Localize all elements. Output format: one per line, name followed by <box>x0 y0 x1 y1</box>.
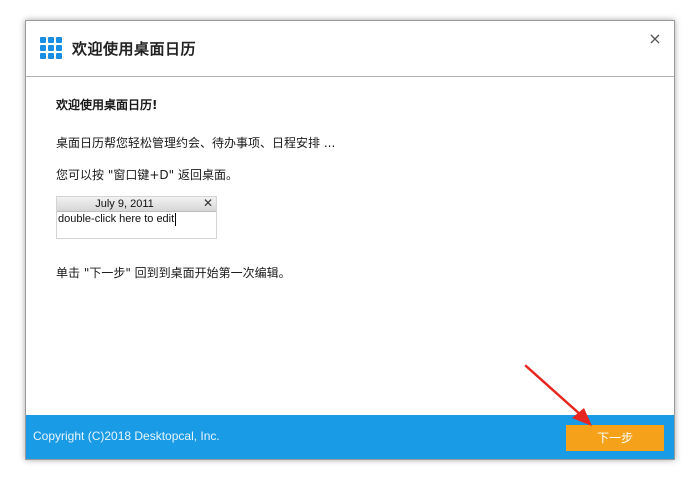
intro-text: 桌面日历帮您轻松管理约会、待办事项、日程安排 ... <box>56 136 336 150</box>
title-bar: 欢迎使用桌面日历 × <box>26 21 674 77</box>
calendar-widget-preview: July 9, 2011 ✕ double-click here to edit <box>56 196 217 239</box>
widget-date: July 9, 2011 <box>95 198 154 210</box>
welcome-heading: 欢迎使用桌面日历! <box>56 98 158 112</box>
welcome-dialog: 欢迎使用桌面日历 × 欢迎使用桌面日历! 桌面日历帮您轻松管理约会、待办事项、日… <box>25 20 675 460</box>
copyright-text: Copyright (C)2018 Desktopcal, Inc. <box>33 429 220 443</box>
widget-edit-field[interactable]: double-click here to edit <box>58 213 177 226</box>
close-icon[interactable]: × <box>646 30 664 48</box>
app-grid-icon <box>40 37 64 61</box>
next-step-hint-text: 单击 "下一步" 回到到桌面开始第一次编辑。 <box>56 266 291 280</box>
next-button[interactable]: 下一步 <box>566 425 664 451</box>
window-title: 欢迎使用桌面日历 <box>72 40 197 58</box>
widget-header: July 9, 2011 ✕ <box>57 196 216 212</box>
shortcut-hint-text: 您可以按 "窗口键+D" 返回桌面。 <box>56 168 238 182</box>
widget-close-icon[interactable]: ✕ <box>203 196 213 211</box>
footer-bar: Copyright (C)2018 Desktopcal, Inc. 下一步 <box>26 415 674 459</box>
desktop-background: 欢迎使用桌面日历 × 欢迎使用桌面日历! 桌面日历帮您轻松管理约会、待办事项、日… <box>0 0 700 490</box>
